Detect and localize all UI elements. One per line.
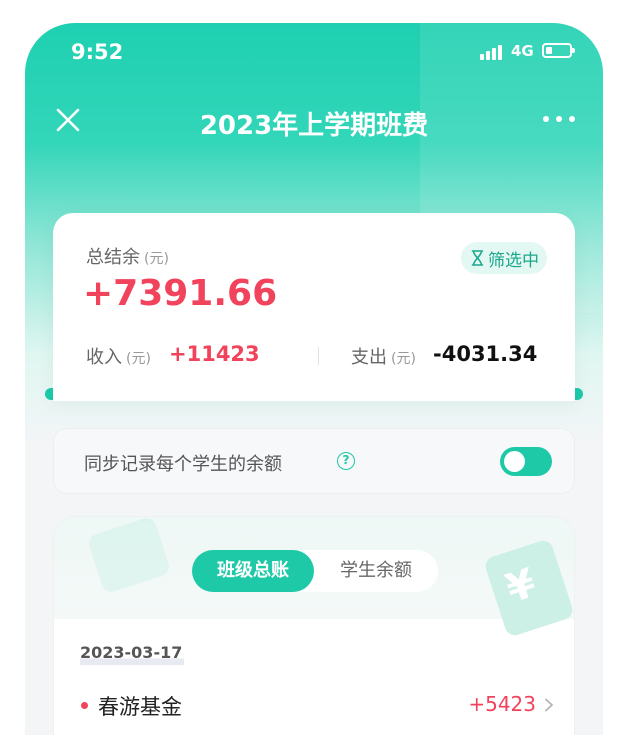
network-type: 4G xyxy=(511,42,534,60)
income-label: 收入 (元) xyxy=(86,343,151,369)
tab-class-ledger[interactable]: 班级总账 xyxy=(192,550,314,592)
transaction-amount: +5423 xyxy=(468,692,536,716)
hourglass-icon xyxy=(471,250,484,266)
summary-divider xyxy=(318,347,319,365)
balance-summary-card: 总结余 (元) 筛选中 +7391.66 收入 (元) +11423 支出 (元) -… xyxy=(53,213,575,401)
ledger-card: ¥ 班级总账 学生余额 2023-03-17 春游基金 +5423 xyxy=(53,516,575,735)
filter-status-chip[interactable]: 筛选中 xyxy=(461,242,547,274)
income-dot-icon xyxy=(81,702,88,709)
income-unit: (元) xyxy=(126,351,151,367)
balance-label: 总结余 (元) xyxy=(86,243,169,269)
more-icon[interactable] xyxy=(543,115,577,125)
status-time: 9:52 xyxy=(71,40,124,64)
status-bar: 9:52 4G xyxy=(25,23,603,81)
balance-label-text: 总结余 xyxy=(86,247,140,268)
question-icon[interactable]: ? xyxy=(337,452,355,470)
transaction-name: 春游基金 xyxy=(98,695,182,719)
income-label-text: 收入 xyxy=(86,347,122,368)
toggle-knob xyxy=(504,451,525,472)
decorative-card xyxy=(86,517,172,595)
balance-value: +7391.66 xyxy=(83,273,278,314)
battery-icon xyxy=(542,43,575,58)
app-screen: 9:52 4G 2023年上学期班费 总结余 (元) 筛选中 +7391.66 收… xyxy=(25,23,603,735)
yuan-glyph: ¥ xyxy=(500,560,542,613)
filter-chip-label: 筛选中 xyxy=(488,250,539,271)
tab-student-balance[interactable]: 学生余额 xyxy=(314,550,438,592)
sync-balance-label: 同步记录每个学生的余额 xyxy=(84,454,282,475)
date-group-header: 2023-03-17 xyxy=(80,643,185,665)
expense-value: -4031.34 xyxy=(433,342,538,366)
sync-balance-setting: 同步记录每个学生的余额 ? xyxy=(53,428,575,494)
expense-label: 支出 (元) xyxy=(351,343,416,369)
ledger-tab-switcher: 班级总账 学生余额 xyxy=(192,550,438,592)
expense-label-text: 支出 xyxy=(351,347,387,368)
income-value: +11423 xyxy=(169,342,260,366)
chevron-right-icon xyxy=(545,698,553,712)
sync-balance-toggle[interactable] xyxy=(500,447,552,476)
ledger-header: ¥ 班级总账 学生余额 xyxy=(54,517,574,638)
signal-icon xyxy=(480,44,506,60)
page-title: 2023年上学期班费 xyxy=(199,111,429,141)
navigation-bar: 2023年上学期班费 xyxy=(25,93,603,149)
yuan-card-icon: ¥ xyxy=(483,538,574,638)
balance-unit: (元) xyxy=(144,251,169,267)
transaction-row[interactable]: 春游基金 +5423 xyxy=(54,685,574,725)
expense-unit: (元) xyxy=(391,351,416,367)
